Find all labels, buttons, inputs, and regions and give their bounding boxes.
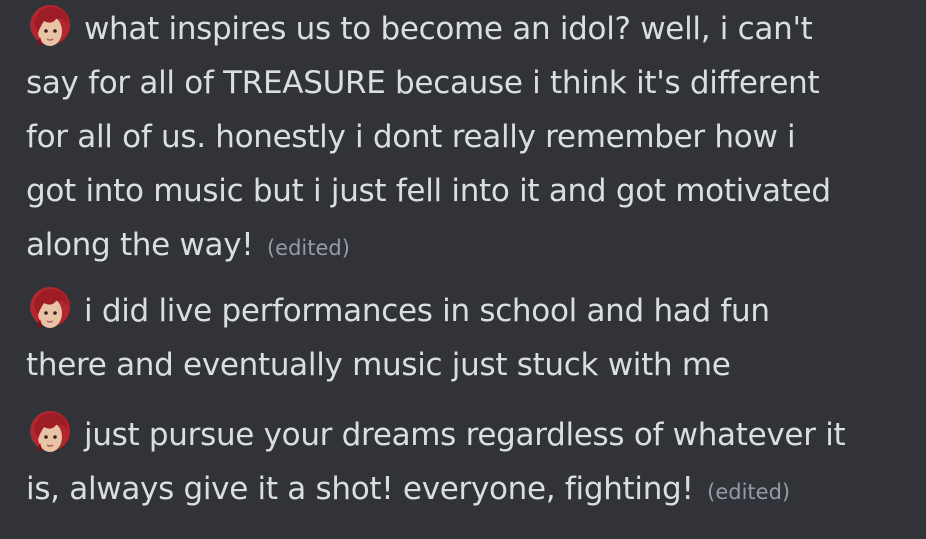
idol-avatar-emoji-icon — [26, 409, 74, 457]
message-line: got into music but i just fell into it a… — [26, 173, 831, 209]
message-line: i did live performances in school and ha… — [26, 284, 906, 338]
idol-avatar-emoji-icon — [26, 3, 74, 51]
chat-message-list: what inspires us to become an idol? well… — [0, 0, 926, 539]
message-line: what inspires us to become an idol? well… — [26, 2, 906, 56]
idol-avatar-emoji-icon — [26, 285, 74, 333]
edited-label: (edited) — [707, 480, 791, 504]
message-line: say for all of TREASURE because i think … — [26, 65, 820, 101]
chat-message[interactable]: i did live performances in school and ha… — [26, 284, 906, 392]
message-line: along the way! (edited) — [26, 227, 350, 263]
message-line: for all of us. honestly i dont really re… — [26, 119, 796, 155]
chat-message[interactable]: just pursue your dreams regardless of wh… — [26, 408, 906, 519]
chat-message[interactable]: what inspires us to become an idol? well… — [26, 2, 906, 275]
message-line: there and eventually music just stuck wi… — [26, 347, 731, 383]
edited-label: (edited) — [266, 236, 350, 260]
message-line: is, always give it a shot! everyone, fig… — [26, 471, 791, 507]
message-line: just pursue your dreams regardless of wh… — [26, 408, 906, 462]
